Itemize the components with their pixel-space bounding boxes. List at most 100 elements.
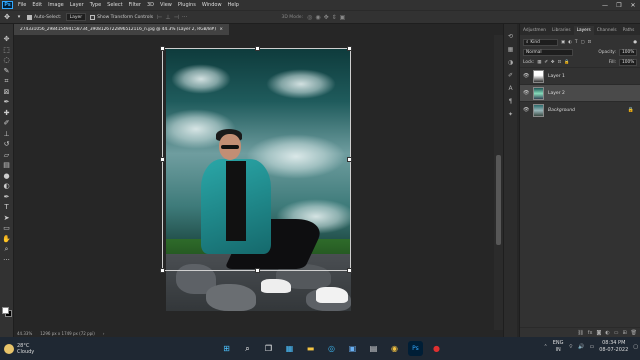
color-swatches[interactable] — [2, 307, 12, 317]
search-icon[interactable]: ⌕ — [240, 341, 255, 356]
pen-tool-icon[interactable]: ✒ — [1, 192, 13, 203]
marquee-tool-icon[interactable]: ⬚ — [1, 45, 13, 56]
menu-filter[interactable]: Filter — [126, 2, 144, 8]
menu-layer[interactable]: Layer — [67, 2, 87, 8]
tab-adjustments[interactable]: Adjustmen — [520, 26, 549, 35]
move-tool-icon[interactable]: ✥ — [3, 13, 11, 21]
transform-controls-checkbox[interactable] — [90, 14, 96, 20]
pan-3d-icon[interactable]: ✥ — [324, 14, 329, 21]
status-menu-chevron-icon[interactable]: › — [103, 331, 105, 336]
close-tab-icon[interactable]: × — [219, 27, 223, 32]
link-layers-icon[interactable]: ⛓ — [577, 330, 583, 336]
filter-shape-icon[interactable]: ▢ — [580, 40, 584, 45]
layer-style-icon[interactable]: fx — [588, 330, 593, 336]
hand-tool-icon[interactable]: ✋ — [1, 234, 13, 245]
filter-pixel-icon[interactable]: ▣ — [561, 40, 565, 45]
wifi-icon[interactable]: ⌔ — [569, 344, 574, 350]
path-select-tool-icon[interactable]: ➤ — [1, 213, 13, 224]
brush-tool-icon[interactable]: ✐ — [1, 118, 13, 129]
lock-all-icon[interactable]: 🔒 — [564, 60, 569, 65]
canvas-vertical-scrollbar[interactable] — [494, 35, 503, 330]
zoom-level[interactable]: 44.33% — [17, 331, 32, 336]
layer-name[interactable]: Layer 2 — [548, 91, 565, 96]
layer-filter-dropdown[interactable]: ⌕ Kind — [523, 38, 558, 46]
weather-widget[interactable]: 28°C Cloudy — [0, 343, 70, 355]
menu-help[interactable]: Help — [225, 2, 242, 8]
align-right-icon[interactable]: ⊣ — [174, 14, 179, 21]
menu-window[interactable]: Window — [199, 2, 225, 8]
blend-mode-dropdown[interactable]: Normal — [523, 48, 573, 56]
windows-start-icon[interactable]: ⊞ — [219, 341, 234, 356]
filter-toggle-icon[interactable]: ● — [633, 40, 637, 45]
photoshop-taskbar-icon[interactable]: Ps — [408, 341, 423, 356]
menu-plugins[interactable]: Plugins — [175, 2, 199, 8]
history-brush-tool-icon[interactable]: ↺ — [1, 139, 13, 150]
more-options-icon[interactable]: ··· — [182, 14, 188, 21]
new-layer-icon[interactable]: ⊞ — [622, 330, 626, 336]
layer-row-background[interactable]: 👁 Background 🔒 — [520, 101, 640, 118]
scale-3d-icon[interactable]: ▣ — [340, 14, 346, 21]
volume-icon[interactable]: 🔊 — [578, 344, 584, 350]
menu-view[interactable]: View — [157, 2, 175, 8]
history-panel-icon[interactable]: ⟲ — [506, 32, 516, 42]
new-adjustment-icon[interactable]: ◐ — [605, 330, 609, 336]
glyphs-panel-icon[interactable]: ✦ — [506, 110, 516, 120]
filter-adjustment-icon[interactable]: ◐ — [568, 40, 572, 45]
lock-image-icon[interactable]: ✐ — [544, 60, 548, 65]
record-app-icon[interactable]: ● — [429, 341, 444, 356]
auto-select-dropdown[interactable]: Layer — [65, 13, 87, 21]
layer-name[interactable]: Layer 1 — [548, 74, 565, 79]
tool-preset-chevron-icon[interactable]: ▾ — [15, 13, 23, 21]
eyedropper-tool-icon[interactable]: ✒ — [1, 97, 13, 108]
type-tool-icon[interactable]: T — [1, 202, 13, 213]
filter-smart-object-icon[interactable]: ⊡ — [588, 40, 592, 45]
foreground-color-swatch[interactable] — [2, 307, 9, 314]
crop-tool-icon[interactable]: ⌗ — [1, 76, 13, 87]
close-window-button[interactable]: ✕ — [626, 2, 640, 9]
roll-3d-icon[interactable]: ◉ — [315, 14, 320, 21]
align-left-icon[interactable]: ⊢ — [157, 14, 162, 21]
document-canvas-image[interactable] — [166, 49, 351, 311]
visibility-eye-icon[interactable]: 👁 — [523, 107, 529, 113]
tab-layers[interactable]: Layers — [573, 26, 594, 35]
media-app-icon[interactable]: ▤ — [366, 341, 381, 356]
zoom-tool-icon[interactable]: ⌕ — [1, 244, 13, 255]
more-tools-icon[interactable]: ··· — [1, 255, 13, 266]
menu-edit[interactable]: Edit — [29, 2, 45, 8]
edge-browser-icon[interactable]: ◎ — [324, 341, 339, 356]
opacity-field[interactable]: 100% — [619, 48, 637, 56]
menu-3d[interactable]: 3D — [144, 2, 157, 8]
lock-artboard-icon[interactable]: ⊡ — [558, 60, 562, 65]
lasso-tool-icon[interactable]: ◌ — [1, 55, 13, 66]
slide-3d-icon[interactable]: ⇕ — [332, 14, 337, 21]
menu-image[interactable]: Image — [45, 2, 67, 8]
align-center-icon[interactable]: ⊥ — [165, 14, 170, 21]
clone-stamp-tool-icon[interactable]: ⊥ — [1, 129, 13, 140]
layer-row-layer-2[interactable]: 👁 Layer 2 — [520, 84, 640, 101]
gradient-tool-icon[interactable]: ▤ — [1, 160, 13, 171]
filter-type-icon[interactable]: T — [575, 40, 578, 45]
eraser-tool-icon[interactable]: ▱ — [1, 150, 13, 161]
move-tool-icon[interactable]: ✥ — [1, 34, 13, 45]
auto-select-checkbox[interactable] — [27, 14, 32, 20]
tray-chevron-icon[interactable]: ⌃ — [544, 344, 548, 350]
visibility-eye-icon[interactable]: 👁 — [523, 73, 529, 79]
visibility-eye-icon[interactable]: 👁 — [523, 90, 529, 96]
orbit-3d-icon[interactable]: ◎ — [307, 14, 312, 21]
language-indicator[interactable]: ENG IN — [553, 340, 564, 354]
tab-channels[interactable]: Channels — [594, 26, 620, 35]
lock-position-icon[interactable]: ✥ — [551, 60, 555, 65]
battery-icon[interactable]: ▭ — [589, 344, 594, 350]
character-panel-icon[interactable]: A — [506, 84, 516, 94]
dodge-tool-icon[interactable]: ◐ — [1, 181, 13, 192]
notification-icon[interactable]: ▢ — [633, 344, 638, 350]
clock[interactable]: 08:34 PM 08-07-2022 — [599, 340, 628, 354]
healing-brush-tool-icon[interactable]: ✚ — [1, 108, 13, 119]
maximize-button[interactable]: ❐ — [612, 2, 626, 9]
tab-libraries[interactable]: Libraries — [549, 26, 574, 35]
store-icon[interactable]: ▣ — [345, 341, 360, 356]
document-tab[interactable]: 274331056_298415494158734_39081267228965… — [14, 24, 229, 35]
quick-select-tool-icon[interactable]: ✎ — [1, 66, 13, 77]
blur-tool-icon[interactable]: ● — [1, 171, 13, 182]
adjustments-panel-icon[interactable]: ◑ — [506, 58, 516, 68]
